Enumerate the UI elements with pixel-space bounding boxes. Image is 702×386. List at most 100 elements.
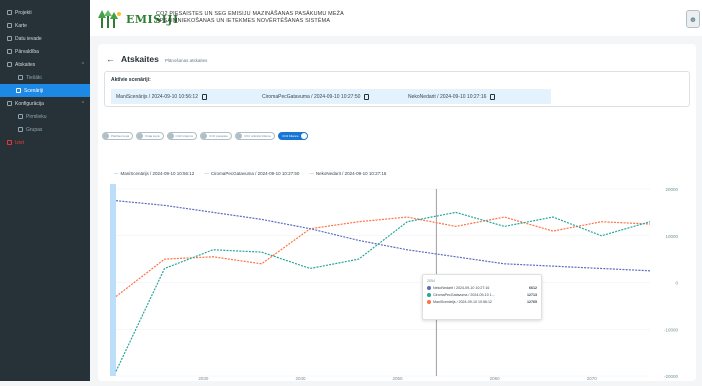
legend-item[interactable]: NekoNedarit / 2024-09-10 10:27:16 <box>309 171 387 176</box>
sidebar-item-label: Tiešāki <box>26 74 42 81</box>
scenario-list: ManiScenārijs / 2024-09-10 10:56:12 Ciro… <box>111 89 551 104</box>
nav-icon <box>18 127 23 132</box>
legend-item[interactable]: CiromaPecGatavuma / 2024-09-10 10:27:50 <box>204 171 300 176</box>
metric-toggle[interactable]: Krāja kopā <box>136 132 164 140</box>
scenario-item: ManiScenārijs / 2024-09-10 10:56:12 <box>111 93 257 100</box>
toggle-knob <box>201 133 208 139</box>
delete-icon[interactable] <box>490 93 496 100</box>
sidebar-item-label: Konfigurācija <box>15 100 44 107</box>
page-subtitle: Plānošanas atskaites <box>164 58 208 63</box>
active-scenarios-label: Aktīvie scenāriji: <box>111 77 151 83</box>
nav-icon <box>7 62 12 67</box>
nav-icon <box>16 88 21 93</box>
sidebar-item-label: Grupas <box>26 126 43 133</box>
sidebar-item[interactable]: Pārvaldība <box>0 45 90 58</box>
sidebar-item-label: Karte <box>15 22 27 29</box>
metric-toggle[interactable]: CO2 krājums <box>166 132 198 140</box>
nav-icon <box>18 75 23 80</box>
nav-icon <box>7 101 12 106</box>
x-tick-label: 2050 <box>393 376 404 381</box>
metric-toggles: Platības kopā Krāja kopā CO2 krājums CO2 pi… <box>102 132 308 140</box>
system-title-line2: APSAIMNIEKOŠANAS UN IETEKMES NOVĒRTĒŠANA… <box>156 18 331 24</box>
toggle-label: CO2 uzkrātā bilance <box>243 134 272 138</box>
sidebar-item[interactable]: Projekti <box>0 6 90 19</box>
back-arrow-icon[interactable]: ← <box>106 54 115 64</box>
nav-icon <box>7 140 12 145</box>
nav-icon <box>7 10 12 15</box>
x-tick-label: 2030 <box>198 376 209 381</box>
toggle-label: Platības kopā <box>111 134 130 138</box>
delete-icon[interactable] <box>364 93 370 100</box>
tooltip-value: 12713 <box>527 293 537 297</box>
sidebar-item[interactable]: Konfigurācija ^ <box>0 97 90 110</box>
toggle-knob <box>103 133 109 139</box>
tooltip-date: 2054 <box>427 279 435 283</box>
sidebar-item-label: Scenāriji <box>24 87 44 94</box>
toggle-label: CO2 bilance <box>282 134 299 138</box>
sidebar-item-label: Pārvaldība <box>15 48 39 55</box>
sidebar-item-label: Atskaites <box>15 61 36 68</box>
tooltip-value: 12765 <box>527 300 537 304</box>
sidebar-item-label: Pirmlieku <box>26 113 47 120</box>
nav-icon <box>7 36 12 41</box>
tooltip-value: 6612 <box>529 286 537 290</box>
sidebar: Projekti Karte Datu ievade Pārvaldība Atskai… <box>0 0 90 381</box>
sidebar-item[interactable]: Pirmlieku <box>0 110 90 123</box>
sidebar-item-label: Datu ievade <box>15 35 42 42</box>
scenario-label: CiromaPecGatavuma / 2024-09-10 10:27:50 <box>262 93 361 100</box>
metric-toggle[interactable]: CO2 uzkrātā bilance <box>234 132 276 140</box>
x-tick-label: 2040 <box>295 376 306 381</box>
x-tick-label: 2070 <box>587 376 598 381</box>
nav-icon <box>7 23 12 28</box>
scenario-label: NekoNedarit / 2024-09-10 10:27:16 <box>408 93 487 100</box>
toggle-knob <box>235 133 242 139</box>
y-tick-label: 0 <box>675 281 678 286</box>
system-title: CO2 PIESAISTES UN SEG EMISIJU MAZINĀŠANA… <box>156 11 344 25</box>
system-title-line1: CO2 PIESAISTES UN SEG EMISIJU MAZINĀŠANA… <box>156 11 344 17</box>
tree-logo-icon <box>98 10 121 28</box>
chart-legend: ManiScenārijs / 2024-09-10 10:56:12 Ciro… <box>114 171 387 176</box>
sidebar-item[interactable]: Scenāriji <box>0 84 90 97</box>
toggle-label: CO2 krājums <box>175 134 194 138</box>
tooltip-series: ManiScenārijs / 2024-09-10 10:56:12 <box>433 300 492 304</box>
line-chart: 20000 10000 0 -10000 -20000 2030 2040 2050 2060 2… <box>110 184 679 381</box>
chart-area: ManiScenārijs / 2024-09-10 10:56:12 Ciro… <box>98 164 696 381</box>
sidebar-item[interactable]: Datu ievade <box>0 32 90 45</box>
delete-icon[interactable] <box>202 93 207 100</box>
legend-item[interactable]: ManiScenārijs / 2024-09-10 10:56:12 <box>114 171 195 176</box>
chevron-icon: ^ <box>81 61 84 68</box>
page-title: Atskaites <box>121 54 159 64</box>
y-tick-label: 20000 <box>665 187 678 192</box>
sidebar-item-label: Projekti <box>15 9 32 16</box>
nav-icon <box>18 114 23 119</box>
user-menu-button[interactable]: ☻ <box>686 10 700 28</box>
tooltip-row: ManiScenārijs / 2024-09-10 10:56:12 1276… <box>427 300 537 304</box>
user-icon: ☻ <box>688 14 698 24</box>
metric-toggle[interactable]: CO2 bilance <box>278 132 308 140</box>
tooltip-series: CiromaPecGatavuma / 2024-09-10 1... <box>433 293 495 297</box>
sidebar-item[interactable]: Grupas <box>0 123 90 136</box>
scenario-item: CiromaPecGatavuma / 2024-09-10 10:27:50 <box>257 93 403 100</box>
chart-tooltip: 2054 NekoNedarit / 2024-09-10 10:27:16 6… <box>422 274 542 320</box>
sidebar-item[interactable]: Atskaites ^ <box>0 58 90 71</box>
series-dot-icon <box>427 293 431 297</box>
toggle-knob <box>167 133 174 139</box>
toggle-label: Krāja kopā <box>145 134 160 138</box>
sidebar-item[interactable]: Karte <box>0 19 90 32</box>
tooltip-row: CiromaPecGatavuma / 2024-09-10 1... 1271… <box>427 293 537 297</box>
series-line <box>115 211 651 372</box>
sidebar-item[interactable]: Iziet <box>0 136 90 149</box>
active-scenarios-panel: Aktīvie scenāriji: ManiScenārijs / 2024-… <box>104 71 690 107</box>
sidebar-item[interactable]: Tiešāki <box>0 71 90 84</box>
y-tick-label: -20000 <box>664 374 679 379</box>
zoom-slider-handle <box>110 184 116 376</box>
series-dot-icon <box>427 286 431 290</box>
tooltip-row: NekoNedarit / 2024-09-10 10:27:16 6612 <box>427 286 537 290</box>
toggle-label: CO2 piesaiste <box>209 134 228 138</box>
metric-toggle[interactable]: Platības kopā <box>102 132 134 140</box>
x-tick-label: 2060 <box>490 376 501 381</box>
tooltip-series: NekoNedarit / 2024-09-10 10:27:16 <box>433 286 490 290</box>
metric-toggle[interactable]: CO2 piesaiste <box>200 132 232 140</box>
header: EMISIJI CO2 PIESAISTES UN SEG EMISIJU MA… <box>90 0 702 36</box>
y-tick-label: 10000 <box>665 234 678 239</box>
